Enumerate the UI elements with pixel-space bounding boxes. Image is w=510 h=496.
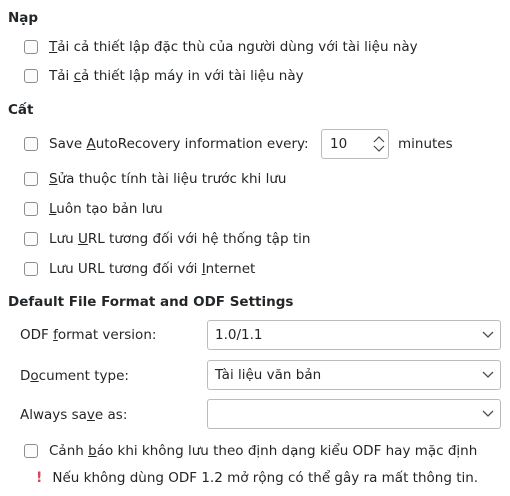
autorecovery-unit-label: minutes [398, 136, 453, 152]
spin-down-icon[interactable] [373, 145, 385, 153]
document-type-label: Document type: [20, 368, 129, 384]
format-section-title: Default File Format and ODF Settings [8, 294, 294, 310]
load-user-settings-label: Tải cả thiết lập đặc thù của người dùng … [49, 39, 418, 55]
chevron-down-icon [482, 371, 494, 378]
relative-url-internet-checkbox[interactable] [24, 262, 38, 276]
always-backup-checkbox[interactable] [24, 202, 38, 216]
relative-url-filesystem-option[interactable]: Lưu URL tương đối với hệ thống tập tin [24, 229, 310, 249]
load-printer-settings-option[interactable]: Tải cả thiết lập máy in với tài liệu này [24, 66, 304, 86]
autorecovery-minutes-spinbox[interactable]: 10 [321, 129, 389, 159]
load-user-settings-option[interactable]: Tải cả thiết lập đặc thù của người dùng … [24, 37, 418, 57]
spin-up-icon[interactable] [373, 135, 385, 143]
always-save-as-label: Always save as: [20, 407, 128, 423]
always-save-as-dropdown[interactable] [207, 399, 501, 429]
edit-properties-checkbox[interactable] [24, 172, 38, 186]
always-backup-option[interactable]: Luôn tạo bản lưu [24, 199, 163, 219]
odf-warning-message: ! Nếu không dùng ODF 1.2 mở rộng có thể … [36, 470, 478, 486]
relative-url-internet-label: Lưu URL tương đối với Internet [49, 261, 256, 277]
load-user-settings-checkbox[interactable] [24, 40, 38, 54]
edit-properties-label: Sửa thuộc tính tài liệu trước khi lưu [49, 171, 287, 187]
autorecovery-checkbox[interactable] [24, 137, 38, 151]
chevron-down-icon [482, 410, 494, 417]
autorecovery-minutes-value[interactable]: 10 [322, 136, 370, 152]
odf-version-value: 1.0/1.1 [215, 327, 263, 343]
edit-properties-option[interactable]: Sửa thuộc tính tài liệu trước khi lưu [24, 169, 286, 189]
autorecovery-label: Save AutoRecovery information every: [49, 136, 309, 152]
chevron-down-icon [482, 331, 494, 338]
warn-non-odf-label: Cảnh báo khi không lưu theo định dạng ki… [49, 443, 478, 459]
odf-warning-text: Nếu không dùng ODF 1.2 mở rộng có thể gâ… [52, 470, 479, 486]
odf-version-label: ODF format version: [20, 327, 157, 343]
warn-non-odf-option[interactable]: Cảnh báo khi không lưu theo định dạng ki… [24, 441, 477, 461]
load-printer-settings-label: Tải cả thiết lập máy in với tài liệu này [49, 68, 304, 84]
relative-url-internet-option[interactable]: Lưu URL tương đối với Internet [24, 259, 255, 279]
load-section-title: Nạp [8, 10, 39, 26]
relative-url-filesystem-checkbox[interactable] [24, 232, 38, 246]
save-section-title: Cất [8, 102, 34, 118]
warning-icon: ! [36, 470, 43, 486]
always-backup-label: Luôn tạo bản lưu [49, 201, 163, 217]
document-type-dropdown[interactable]: Tài liệu văn bản [207, 360, 501, 390]
relative-url-filesystem-label: Lưu URL tương đối với hệ thống tập tin [49, 231, 311, 247]
load-printer-settings-checkbox[interactable] [24, 69, 38, 83]
odf-version-dropdown[interactable]: 1.0/1.1 [207, 320, 501, 350]
document-type-value: Tài liệu văn bản [215, 367, 322, 383]
autorecovery-option[interactable]: Save AutoRecovery information every: [24, 134, 309, 154]
warn-non-odf-checkbox[interactable] [24, 444, 38, 458]
